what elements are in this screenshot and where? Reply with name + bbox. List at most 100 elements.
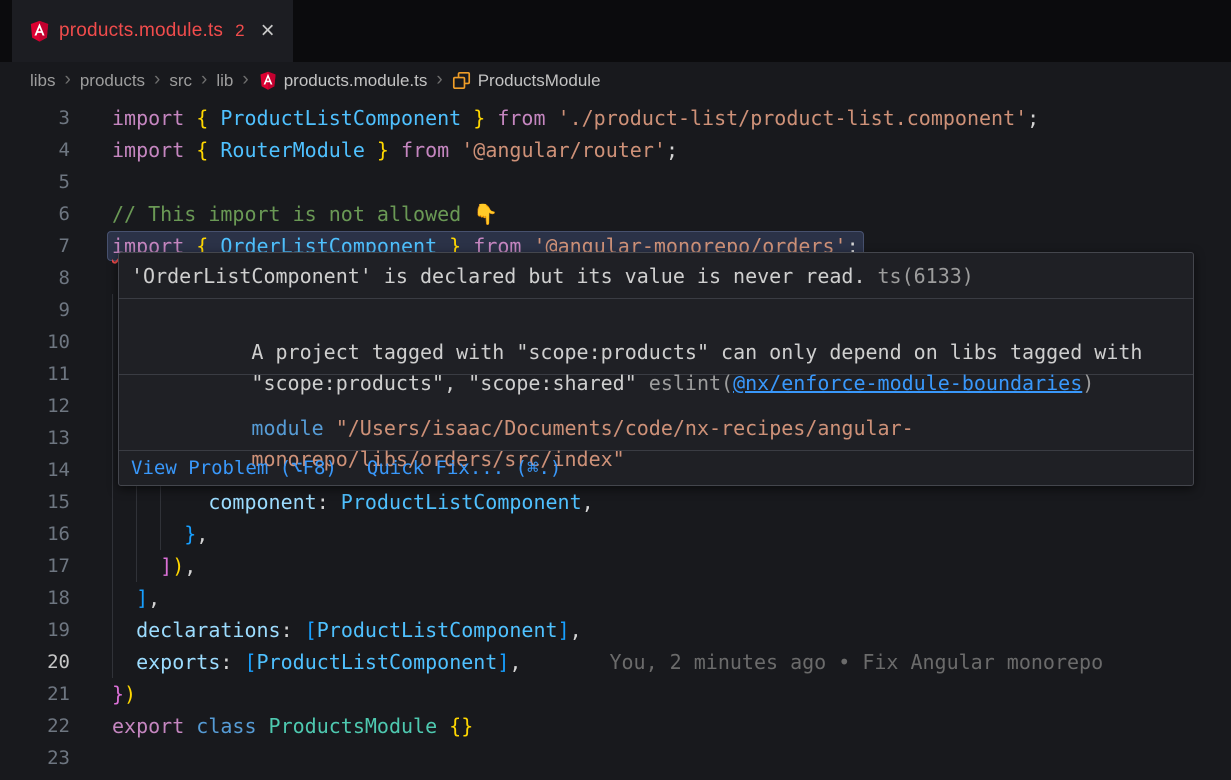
hover-ts-message: 'OrderListComponent' is declared but its…: [119, 253, 1193, 298]
line-number: 20: [0, 646, 70, 678]
indent-guide: [136, 518, 137, 550]
code-line-4[interactable]: 4 import { RouterModule } from '@angular/…: [0, 134, 1231, 166]
line-number: 19: [0, 614, 70, 646]
breadcrumb-item-symbol[interactable]: ProductsModule: [478, 71, 601, 91]
code-token: :: [220, 650, 244, 674]
line-number: 6: [0, 198, 70, 230]
line-content: [112, 166, 1231, 198]
breadcrumb: libs › products › src › lib › products.m…: [0, 62, 1231, 100]
code-token: ProductListComponent: [257, 650, 498, 674]
line-number: 10: [0, 326, 70, 358]
code-token: ): [172, 554, 184, 578]
ts-message-text: 'OrderListComponent' is declared but its…: [131, 264, 866, 288]
code-token: import: [112, 106, 196, 130]
code-token: :: [281, 618, 305, 642]
code-editor: 3import { ProductListComponent } from '.…: [0, 100, 1231, 780]
line-content: // This import is not allowed 👇: [112, 198, 1231, 230]
angular-icon: [258, 71, 278, 91]
tab-products-module[interactable]: products.module.ts 2 ×: [12, 0, 293, 62]
line-number: 4: [0, 134, 70, 166]
line-content: import { ProductListComponent } from './…: [112, 102, 1231, 134]
code-token: ]: [136, 586, 148, 610]
indent-guide: [112, 582, 113, 614]
line-content: component: ProductListComponent,: [112, 486, 1231, 518]
breadcrumb-item-file[interactable]: products.module.ts: [284, 71, 428, 91]
line-number: 16: [0, 518, 70, 550]
code-token: ,: [570, 618, 582, 642]
line-content: [112, 742, 1231, 774]
code-token: }: [184, 522, 196, 546]
chevron-right-icon: ›: [436, 69, 442, 91]
module-keyword: module: [251, 416, 323, 440]
indent-guide: [112, 326, 113, 358]
eslint-rule-link[interactable]: @nx/enforce-module-boundaries: [733, 371, 1082, 395]
line-number: 5: [0, 166, 70, 198]
line-number: 8: [0, 262, 70, 294]
line-number: 9: [0, 294, 70, 326]
breadcrumb-item-libs[interactable]: libs: [30, 71, 56, 91]
quick-fix-button[interactable]: Quick Fix... (⌘.): [367, 457, 561, 479]
code-token: :: [317, 490, 341, 514]
line-content: ]),: [112, 550, 1231, 582]
class-symbol-icon: [452, 71, 472, 91]
indent-guide: [112, 518, 113, 550]
code-token: RouterModule: [220, 138, 365, 162]
eslint-message-line1: A project tagged with "scope:products" c…: [251, 340, 1142, 364]
error-hover-popup: 'OrderListComponent' is declared but its…: [118, 252, 1194, 486]
vscode-window: products.module.ts 2 × libs › products ›…: [0, 0, 1231, 780]
line-content: }): [112, 678, 1231, 710]
indent-guide: [112, 390, 113, 422]
view-problem-button[interactable]: View Problem (⌥F8): [131, 457, 337, 479]
indent-guide: [136, 550, 137, 582]
code-token: from: [389, 138, 461, 162]
line-number: 12: [0, 390, 70, 422]
code-token: ,: [509, 650, 521, 674]
indent-guide: [160, 518, 161, 550]
code-token: './product-list/product-list.component': [558, 106, 1028, 130]
code-line-16[interactable]: 16 },: [0, 518, 1231, 550]
code-token: {}: [449, 714, 473, 738]
code-token: ProductListComponent: [220, 106, 461, 130]
eslint-source-prefix: eslint(: [637, 371, 733, 395]
code-token: ,: [196, 522, 208, 546]
code-line-22[interactable]: 22export class ProductsModule {}: [0, 710, 1231, 742]
close-icon[interactable]: ×: [261, 19, 275, 43]
breadcrumb-item-products[interactable]: products: [80, 71, 145, 91]
tab-title: products.module.ts: [59, 20, 223, 42]
line-number: 13: [0, 422, 70, 454]
code-token: export: [112, 714, 196, 738]
tab-error-count: 2: [235, 21, 244, 41]
indent-guide: [112, 646, 113, 678]
code-line-17[interactable]: 17 ]),: [0, 550, 1231, 582]
code-line-19[interactable]: 19 declarations: [ProductListComponent],: [0, 614, 1231, 646]
chevron-right-icon: ›: [65, 69, 71, 91]
ts-error-code: ts(6133): [878, 264, 974, 288]
indent-guide: [112, 614, 113, 646]
breadcrumb-item-lib[interactable]: lib: [216, 71, 233, 91]
code-line-5[interactable]: 5: [0, 166, 1231, 198]
code-token: ;: [1027, 106, 1039, 130]
code-line-20[interactable]: 20 exports: [ProductListComponent],You, …: [0, 646, 1231, 678]
code-line-23[interactable]: 23: [0, 742, 1231, 774]
code-token: ,: [148, 586, 160, 610]
code-token: ProductListComponent: [317, 618, 558, 642]
line-content: declarations: [ProductListComponent],: [112, 614, 1231, 646]
code-token: {: [196, 138, 220, 162]
code-token: // This import is not allowed: [112, 202, 473, 226]
code-token: ]: [497, 650, 509, 674]
code-token: '@angular/router': [461, 138, 666, 162]
line-number: 14: [0, 454, 70, 486]
code-token: class: [196, 714, 268, 738]
code-token: [112, 650, 136, 674]
code-token: ;: [666, 138, 678, 162]
code-line-18[interactable]: 18 ],: [0, 582, 1231, 614]
code-line-6[interactable]: 6 // This import is not allowed 👇: [0, 198, 1231, 230]
chevron-right-icon: ›: [154, 69, 160, 91]
line-number: 17: [0, 550, 70, 582]
code-line-3[interactable]: 3import { ProductListComponent } from '.…: [0, 102, 1231, 134]
line-number: 11: [0, 358, 70, 390]
line-content: import { RouterModule } from '@angular/r…: [112, 134, 1231, 166]
line-content: exports: [ProductListComponent],You, 2 m…: [112, 646, 1231, 678]
code-line-21[interactable]: 21}): [0, 678, 1231, 710]
breadcrumb-item-src[interactable]: src: [169, 71, 192, 91]
